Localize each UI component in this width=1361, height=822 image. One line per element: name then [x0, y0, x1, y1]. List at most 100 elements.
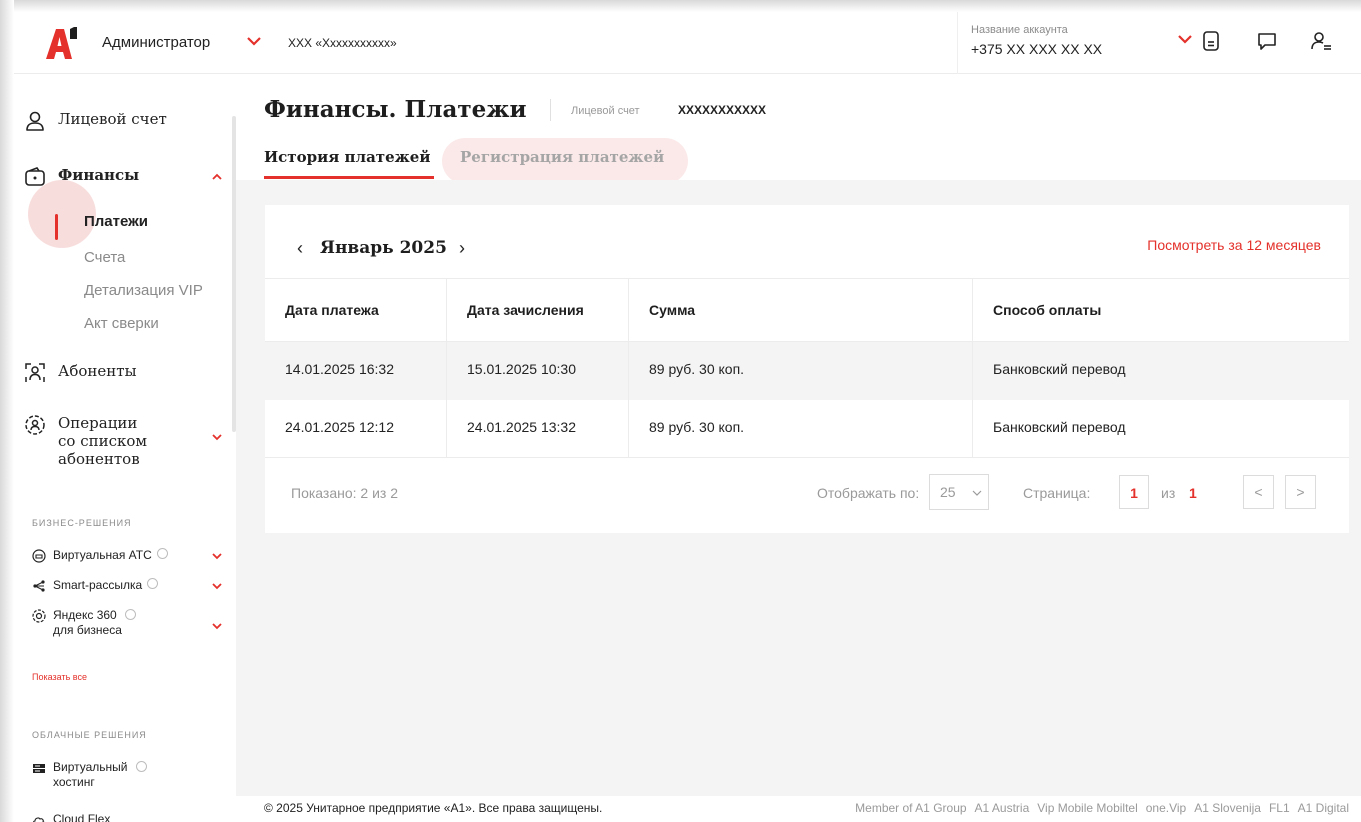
- column-header-payment-date: Дата платежа: [285, 302, 379, 318]
- sidebar-label-operations-1: Операции: [58, 414, 138, 432]
- view-12-months-link[interactable]: Посмотреть за 12 месяцев: [1147, 237, 1321, 253]
- window-shadow-top: [0, 0, 1361, 12]
- table-pagination: Показано: 2 из 2 Отображать по: 25 Стран…: [265, 458, 1349, 533]
- copyright: © 2025 Унитарное предприятие «А1». Все п…: [264, 801, 603, 815]
- chat-icon[interactable]: [1256, 30, 1278, 52]
- prev-month-button[interactable]: ‹: [297, 238, 303, 259]
- sidebar-item-cloud-flex[interactable]: Cloud Flex: [32, 812, 110, 822]
- active-tab-underline: [264, 176, 434, 179]
- sidebar-item-virtual-pbx[interactable]: Виртуальная АТС: [32, 548, 168, 563]
- page-header: Финансы. Платежи Лицевой счет XXXXXXXXXX…: [236, 74, 1361, 184]
- footer-link[interactable]: Member of A1 Group: [855, 801, 966, 815]
- show-all-link[interactable]: Показать все: [32, 672, 87, 682]
- sidebar-subitem-invoices[interactable]: Счета: [84, 249, 125, 266]
- sidebar-label-operations-2: со списком: [58, 432, 148, 450]
- user-menu-icon[interactable]: [1310, 30, 1332, 52]
- cell-amount: 89 руб. 30 коп.: [649, 419, 745, 435]
- column-header-payment-method: Способ оплаты: [993, 302, 1102, 318]
- sidebar-subitem-vip-detail[interactable]: Детализация VIP: [84, 282, 203, 299]
- company-name[interactable]: ХХХ «Ххххххххххх»: [288, 36, 397, 50]
- chevron-down-icon[interactable]: [246, 33, 262, 49]
- account-number-label: Лицевой счет: [571, 105, 640, 117]
- sidebar-label-yandex360: Яндекс 360: [53, 608, 117, 622]
- section-title-business: БИЗНЕС-РЕШЕНИЯ: [32, 518, 132, 528]
- account-divider: [957, 12, 958, 74]
- app-window: Администратор ХХХ «Ххххххххххх» Название…: [0, 0, 1361, 822]
- top-header: Администратор ХХХ «Ххххххххххх» Название…: [14, 12, 1361, 74]
- chevron-down-icon: [972, 490, 982, 496]
- chevron-down-icon[interactable]: [210, 430, 224, 444]
- info-icon[interactable]: [156, 548, 168, 559]
- cloud-icon: [33, 817, 45, 822]
- tab-payment-history[interactable]: История платежей: [264, 148, 430, 166]
- server-icon: [33, 764, 45, 773]
- sidebar-item-personal-account[interactable]: Лицевой счет: [24, 110, 167, 132]
- sidebar-item-subscribers[interactable]: Абоненты: [24, 362, 137, 384]
- cell-credit-date: 24.01.2025 13:32: [467, 419, 576, 435]
- window-shadow-left: [0, 0, 14, 822]
- column-divider: [972, 278, 973, 458]
- payments-card: ‹ Январь 2025 › Посмотреть за 12 месяцев…: [265, 205, 1349, 533]
- total-pages: 1: [1189, 485, 1197, 501]
- footer-links: Member of A1 Group A1 Austria Vip Mobile…: [855, 801, 1349, 815]
- per-page-value: 25: [940, 484, 956, 500]
- info-icon[interactable]: [125, 609, 137, 620]
- page-footer: © 2025 Унитарное предприятие «А1». Все п…: [236, 796, 1361, 822]
- footer-link[interactable]: A1 Slovenija: [1194, 801, 1261, 815]
- tab-payment-registration[interactable]: Регистрация платежей: [460, 148, 664, 166]
- account-name-label: Название аккаунта: [971, 24, 1068, 36]
- footer-link[interactable]: A1 Digital: [1298, 801, 1349, 815]
- sidebar-item-finance[interactable]: Финансы: [24, 166, 139, 188]
- page-input[interactable]: 1: [1119, 475, 1149, 509]
- shown-count: Показано: 2 из 2: [291, 485, 399, 501]
- account-chevron-down-icon[interactable]: [1177, 31, 1193, 47]
- sidebar-item-virtual-hosting[interactable]: Виртуальный хостинг: [32, 760, 147, 790]
- a1-logo-icon[interactable]: [44, 25, 80, 61]
- account-number: XXXXXXXXXXX: [678, 103, 767, 117]
- sidebar-item-operations[interactable]: Операции со списком абонентов: [24, 414, 147, 468]
- footer-link[interactable]: one.Vip: [1146, 801, 1186, 815]
- info-icon[interactable]: [135, 761, 147, 772]
- role-selector-label[interactable]: Администратор: [102, 34, 210, 51]
- sidebar-item-yandex360[interactable]: Яндекс 360 для бизнеса: [32, 608, 137, 638]
- footer-link[interactable]: A1 Austria: [975, 801, 1030, 815]
- cell-payment-date: 14.01.2025 16:32: [285, 361, 394, 377]
- sidebar-label-yandex360-business: для бизнеса: [53, 623, 122, 637]
- page-label: Страница:: [1023, 485, 1091, 501]
- per-page-select[interactable]: 25: [929, 474, 989, 510]
- sidebar-subitem-payments[interactable]: Платежи: [84, 213, 148, 230]
- sidebar-item-smart-sms[interactable]: Smart-рассылка: [32, 578, 159, 593]
- per-page-label: Отображать по:: [817, 485, 920, 501]
- yandex360-icon: [32, 609, 46, 623]
- account-phone[interactable]: +375 XX XXX XX XX: [971, 41, 1102, 57]
- table-row[interactable]: 14.01.2025 16:32 15.01.2025 10:30 89 руб…: [265, 342, 1349, 400]
- sidebar-label-operations-3: абонентов: [58, 450, 140, 468]
- document-icon[interactable]: [1200, 30, 1222, 52]
- of-label: из: [1161, 485, 1176, 501]
- chevron-down-icon[interactable]: [210, 619, 224, 633]
- next-month-button[interactable]: ›: [459, 238, 465, 259]
- sidebar-label-subscribers: Абоненты: [58, 362, 137, 380]
- group-operations-icon: [25, 415, 45, 435]
- sidebar-subitem-reconciliation[interactable]: Акт сверки: [84, 315, 159, 332]
- footer-link[interactable]: FL1: [1269, 801, 1290, 815]
- info-icon[interactable]: [147, 578, 159, 589]
- table-header: Дата платежа Дата зачисления Сумма Спосо…: [265, 278, 1349, 342]
- chevron-down-icon[interactable]: [210, 579, 224, 593]
- subscribers-icon: [25, 363, 45, 382]
- user-icon: [26, 111, 44, 131]
- cell-payment-method: Банковский перевод: [993, 361, 1126, 377]
- footer-link[interactable]: Vip Mobile Mobiltel: [1037, 801, 1138, 815]
- cell-credit-date: 15.01.2025 10:30: [467, 361, 576, 377]
- chevron-down-icon[interactable]: [210, 549, 224, 563]
- page-title: Финансы. Платежи: [264, 96, 527, 123]
- table-row[interactable]: 24.01.2025 12:12 24.01.2025 13:32 89 руб…: [265, 400, 1349, 458]
- prev-page-button[interactable]: <: [1243, 475, 1274, 509]
- cell-amount: 89 руб. 30 коп.: [649, 361, 745, 377]
- column-header-credit-date: Дата зачисления: [467, 302, 584, 318]
- chevron-up-icon[interactable]: [210, 170, 224, 184]
- sidebar-label-cloud-flex: Cloud Flex: [53, 812, 111, 822]
- pbx-icon: [32, 549, 46, 563]
- next-page-button[interactable]: >: [1285, 475, 1316, 509]
- sidebar-label-virtual-pbx: Виртуальная АТС: [53, 548, 152, 562]
